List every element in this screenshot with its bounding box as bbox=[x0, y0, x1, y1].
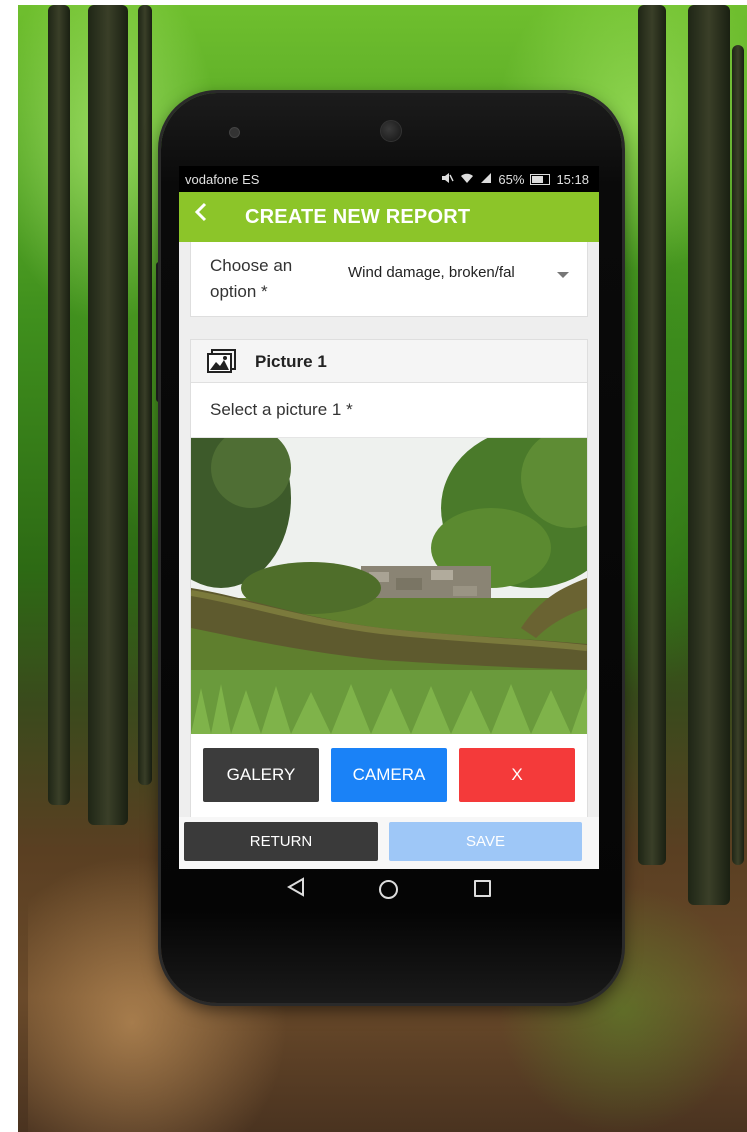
chevron-left-icon[interactable] bbox=[193, 200, 209, 230]
battery-icon bbox=[530, 174, 551, 185]
fallen-tree-photo[interactable] bbox=[191, 438, 587, 734]
option-select-card: Choose an option * Wind damage, broken/f… bbox=[190, 242, 588, 317]
clock: 15:18 bbox=[556, 172, 589, 187]
camera-button[interactable]: CAMERA bbox=[331, 748, 447, 802]
dropdown-arrow-icon[interactable] bbox=[557, 272, 569, 278]
galery-button[interactable]: GALERY bbox=[203, 748, 319, 802]
gallery-icon bbox=[207, 348, 237, 374]
form-footer: RETURN SAVE bbox=[179, 817, 599, 869]
wifi-icon bbox=[460, 172, 474, 187]
remove-picture-button[interactable]: X bbox=[459, 748, 575, 802]
page-title: CREATE NEW REPORT bbox=[245, 206, 471, 228]
return-button[interactable]: RETURN bbox=[184, 822, 378, 861]
tree-trunk bbox=[88, 5, 128, 825]
recents-square-icon[interactable] bbox=[474, 880, 491, 897]
picture-card: Picture 1 Select a picture 1 * GALERY CA… bbox=[190, 339, 588, 817]
option-dropdown[interactable]: Wind damage, broken/fal bbox=[348, 264, 515, 281]
front-camera bbox=[380, 120, 402, 142]
picture-title: Picture 1 bbox=[255, 352, 327, 371]
signal-icon bbox=[480, 172, 492, 187]
option-label: Choose an option * bbox=[210, 256, 293, 301]
home-circle-icon[interactable] bbox=[379, 880, 398, 899]
save-button[interactable]: SAVE bbox=[389, 822, 582, 861]
tree-trunk bbox=[138, 5, 152, 785]
select-picture-row[interactable]: Select a picture 1 * bbox=[191, 383, 587, 438]
picture-header: Picture 1 bbox=[191, 340, 587, 383]
phone-screen: vodafone ES 65% 15:18 CREATE NEW REPORT … bbox=[179, 166, 599, 869]
tree-trunk bbox=[48, 5, 70, 805]
battery-level: 65% bbox=[498, 172, 525, 187]
status-bar: vodafone ES 65% 15:18 bbox=[179, 166, 599, 192]
report-form: Choose an option * Wind damage, broken/f… bbox=[179, 242, 599, 817]
tree-trunk bbox=[688, 5, 730, 905]
tree-trunk bbox=[638, 5, 666, 865]
mute-icon bbox=[440, 172, 455, 187]
status-icons: 65% 15:18 bbox=[440, 172, 589, 187]
carrier-label: vodafone ES bbox=[185, 172, 260, 187]
app-bar: CREATE NEW REPORT bbox=[179, 192, 599, 242]
select-picture-label: Select a picture 1 * bbox=[210, 400, 353, 419]
android-nav-bar bbox=[179, 869, 599, 909]
back-triangle-icon[interactable] bbox=[286, 877, 305, 902]
phone-sensor bbox=[229, 127, 240, 138]
tree-trunk bbox=[732, 45, 744, 865]
